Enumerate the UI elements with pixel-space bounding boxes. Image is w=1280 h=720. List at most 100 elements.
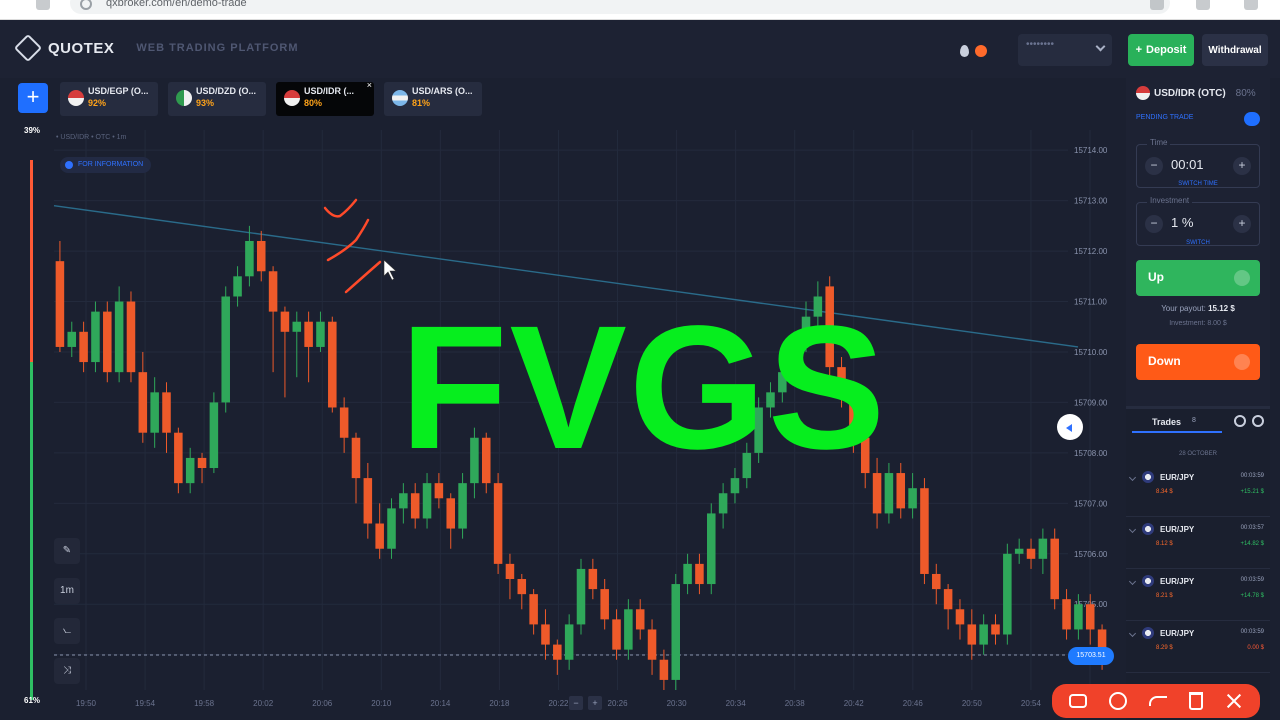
candle-down [256, 240, 266, 272]
trade-pair: EUR/JPY [1160, 629, 1195, 638]
brand-logo[interactable]: QUOTEX WEB TRADING PLATFORM [13, 33, 299, 63]
x-tick-label: 20:54 [1021, 699, 1042, 708]
close-tab-icon[interactable]: × [367, 80, 372, 90]
pair-flag-icon [1142, 627, 1154, 639]
bookmark-icon[interactable] [1150, 0, 1164, 10]
zoom-in-button[interactable]: + [588, 696, 602, 710]
candle-down [375, 523, 384, 549]
deposit-button[interactable]: + Deposit [1128, 34, 1194, 66]
candle-down [126, 301, 136, 373]
asset-tab-name: USD/ARS (O... [412, 86, 473, 96]
candle-down [517, 579, 527, 595]
x-tick-label: 20:14 [430, 699, 451, 708]
extensions-icon[interactable] [1196, 0, 1210, 10]
candle-down [328, 321, 337, 408]
pending-trade-toggle[interactable] [1244, 112, 1260, 126]
address-bar[interactable]: qxbroker.com/en/demo-trade [70, 0, 1170, 14]
payout-value: 15.12 $ [1208, 304, 1235, 313]
panel-asset[interactable]: USD/IDR (OTC) 80% [1136, 86, 1256, 100]
scroll-to-latest-button[interactable] [1057, 414, 1083, 440]
settings-icon[interactable] [1252, 415, 1264, 427]
add-asset-button[interactable]: + [18, 83, 48, 113]
investment-plus-button[interactable]: + [1233, 215, 1251, 233]
trade-result: +15.21 $ [1240, 489, 1264, 495]
candle-up [671, 584, 681, 680]
candle-down [138, 372, 148, 433]
candle-up [387, 508, 396, 549]
asset-tab-usd-ars[interactable]: USD/ARS (O... 81% [384, 82, 482, 116]
asset-tab-name: USD/EGP (O... [88, 86, 149, 96]
clock-icon[interactable] [1234, 415, 1246, 427]
tab-underline [1132, 431, 1222, 433]
flag-icon [1136, 86, 1150, 100]
candle-up [707, 513, 716, 585]
sentiment-top-value: 39% [24, 126, 41, 135]
candle-down [659, 659, 669, 680]
chart-type-button[interactable]: ⦦ [54, 618, 80, 644]
trade-amount: 8.21 $ [1156, 593, 1173, 599]
trade-time: 00:03:59 [1240, 629, 1264, 635]
trash-icon[interactable] [1189, 692, 1203, 710]
close-icon[interactable] [1225, 692, 1243, 710]
asset-tab-usd-egp[interactable]: USD/EGP (O... 92% [60, 82, 158, 116]
menu-icon[interactable] [1244, 0, 1258, 10]
investment-minus-button[interactable]: − [1145, 215, 1163, 233]
candle-up [683, 563, 692, 585]
candle-down [55, 261, 65, 347]
browser-toolbar: qxbroker.com/en/demo-trade [0, 0, 1280, 20]
trade-row[interactable]: EUR/JPY 00:03:59 8.29 $ 0.00 $ [1126, 623, 1270, 673]
y-tick-label: 15706.00 [1074, 550, 1108, 559]
trade-row[interactable]: EUR/JPY 00:03:59 8.21 $ +14.78 $ [1126, 571, 1270, 621]
payout-line: Your payout: 15.12 $ [1126, 304, 1270, 313]
switch-time-link[interactable]: SWITCH TIME [1126, 181, 1270, 187]
draw-tool-button[interactable]: ✎ [54, 538, 80, 564]
y-tick-label: 15707.00 [1074, 499, 1108, 508]
undo-icon[interactable] [1149, 696, 1167, 706]
drop-icon [960, 45, 969, 57]
x-tick-label: 20:30 [667, 699, 688, 708]
up-button[interactable]: Up [1136, 260, 1260, 296]
switch-link[interactable]: SWITCH [1126, 240, 1270, 246]
candle-up [245, 240, 254, 277]
info-pill[interactable]: FOR INFORMATION [60, 157, 152, 173]
candle-up [91, 311, 100, 363]
time-minus-button[interactable]: − [1145, 157, 1163, 175]
reload-icon[interactable] [36, 0, 50, 10]
candle-down [991, 624, 1000, 635]
palette-icon[interactable] [1109, 692, 1127, 710]
chevron-down-icon [1128, 629, 1137, 638]
investment-label: Investment [1147, 196, 1193, 205]
asset-tab-usd-idr[interactable]: USD/IDR (... 80% × [276, 80, 374, 116]
trades-date: 28 OCTOBER [1179, 451, 1217, 457]
trade-row[interactable]: EUR/JPY 00:03:59 8.34 $ +15.21 $ [1126, 467, 1270, 517]
sentiment-bar-buy [30, 362, 33, 700]
trade-time: 00:03:59 [1240, 473, 1264, 479]
trades-actions [1230, 415, 1266, 429]
asset-tab-usd-dzd[interactable]: USD/DZD (O... 93% [168, 82, 266, 116]
trade-time: 00:03:57 [1240, 525, 1264, 531]
brand-subtitle: WEB TRADING PLATFORM [136, 42, 299, 54]
zoom-out-button[interactable]: − [569, 696, 583, 710]
camera-icon[interactable] [1069, 694, 1087, 708]
screen: qxbroker.com/en/demo-trade QUOTEX WEB TR… [0, 0, 1280, 720]
chevron-down-icon [1128, 577, 1137, 586]
flag-icon [284, 90, 300, 106]
notifications[interactable] [960, 40, 1000, 62]
candle-down [600, 589, 609, 620]
indicators-button[interactable]: ⤨ [54, 658, 80, 684]
candle-down [339, 407, 349, 438]
down-button[interactable]: Down [1136, 344, 1260, 380]
candle-up [908, 488, 917, 509]
candle-up [718, 493, 728, 514]
withdrawal-button[interactable]: Withdrawal [1202, 34, 1268, 66]
time-plus-button[interactable]: + [1233, 157, 1251, 175]
candle-up [292, 321, 302, 332]
trading-app: QUOTEX WEB TRADING PLATFORM •••••••• + D… [0, 20, 1280, 720]
trade-result: +14.78 $ [1240, 593, 1264, 599]
trade-row[interactable]: EUR/JPY 00:03:57 8.12 $ +14.82 $ [1126, 519, 1270, 569]
account-selector[interactable]: •••••••• [1018, 34, 1112, 66]
timeframe-button[interactable]: 1m [54, 578, 80, 604]
candle-up [1074, 604, 1083, 630]
tab-trades[interactable]: Trades [1152, 417, 1181, 427]
payout-label: Your payout: [1161, 304, 1206, 313]
